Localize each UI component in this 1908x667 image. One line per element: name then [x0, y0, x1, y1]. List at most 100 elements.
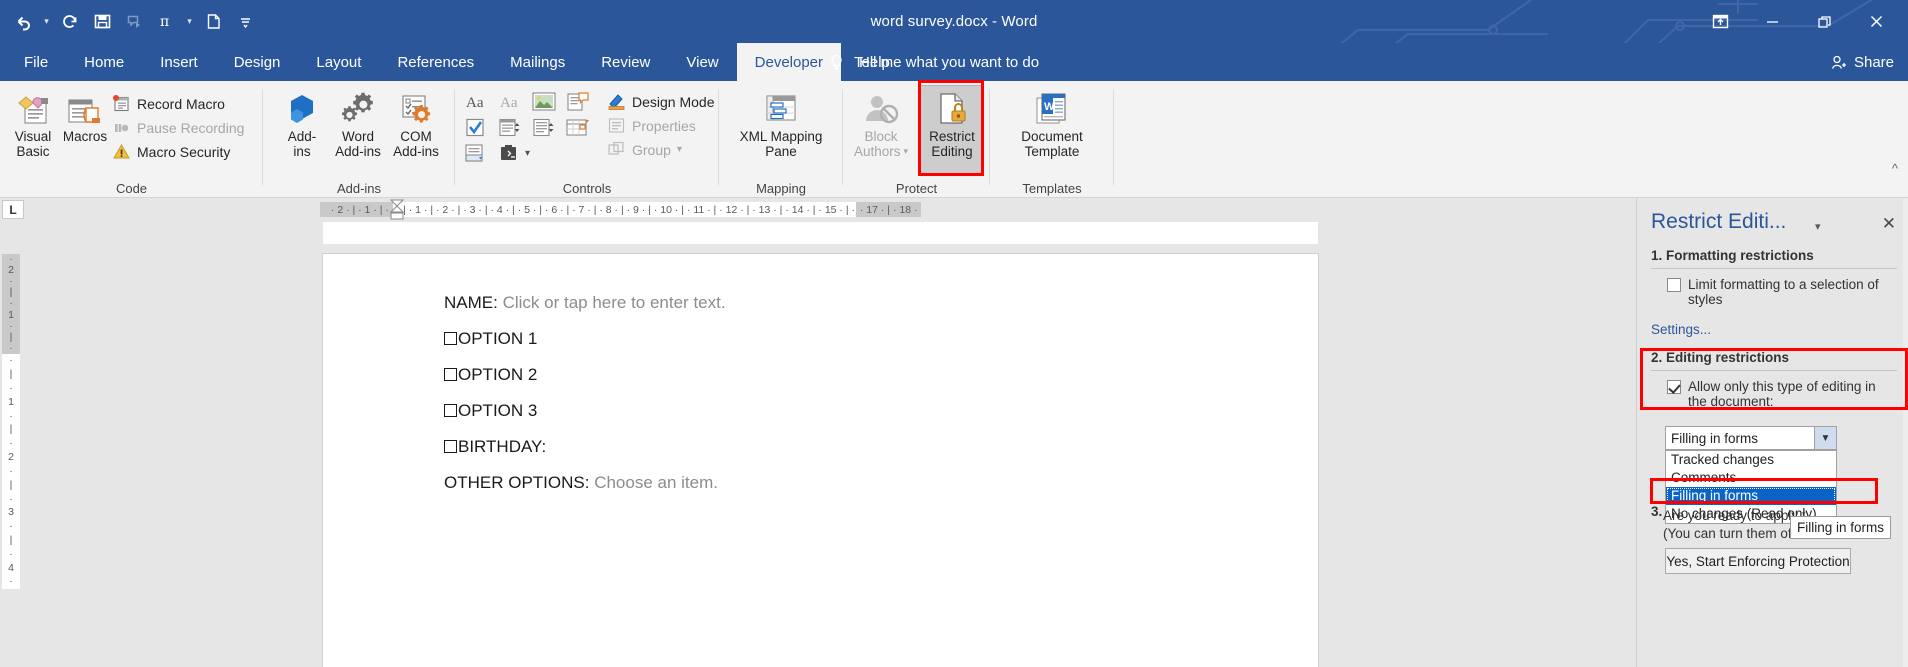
macro-security-button[interactable]: Macro Security [112, 142, 230, 161]
drop-down-list-content-control-icon[interactable] [531, 116, 557, 139]
ribbon-group-protect: Block Authors ▾ Restrict Editing Protect [843, 81, 990, 198]
checkbox-content-control-icon[interactable] [463, 116, 489, 139]
limit-formatting-checkbox-row[interactable]: Limit formatting to a selection of style… [1667, 277, 1892, 307]
group-icon [607, 140, 626, 159]
allow-only-checkbox-row[interactable]: Allow only this type of editing in the d… [1667, 379, 1897, 409]
document-line-other-options[interactable]: OTHER OPTIONS: Choose an item. [444, 473, 718, 493]
document-line-option-1[interactable]: OPTION 1 [444, 329, 537, 349]
pane-menu-caret-icon[interactable]: ▾ [1815, 220, 1821, 233]
block-authors-label-2: Authors [853, 144, 901, 159]
block-authors-caret-icon: ▾ [903, 146, 909, 156]
combo-box-content-control-icon[interactable] [497, 116, 523, 139]
section-1-rule [1651, 268, 1897, 269]
checkbox-icon[interactable] [444, 368, 457, 381]
tab-insert[interactable]: Insert [142, 43, 216, 81]
chevron-down-icon[interactable]: ▼ [1814, 427, 1836, 449]
tab-home[interactable]: Home [66, 43, 142, 81]
dropdown-item-tracked-changes[interactable]: Tracked changes [1666, 451, 1836, 469]
section-2-rule [1651, 370, 1897, 371]
record-macro-icon [112, 94, 131, 113]
group-label-mapping: Mapping [756, 181, 806, 196]
add-ins-button[interactable]: Add- ins [271, 88, 333, 159]
settings-link[interactable]: Settings... [1651, 322, 1711, 337]
tab-mailings[interactable]: Mailings [492, 43, 583, 81]
tab-review[interactable]: Review [583, 43, 668, 81]
share-button[interactable]: Share [1830, 43, 1894, 81]
xml-mapping-pane-icon [761, 88, 801, 126]
ribbon-display-options-button[interactable] [1694, 4, 1746, 40]
horizontal-ruler[interactable]: L · 2 · | · 1 · | · · | · 1 · | · 2 · | … [0, 198, 1636, 220]
block-authors-button: Block Authors ▾ [847, 88, 915, 159]
design-mode-icon [607, 92, 626, 111]
macros-button[interactable]: Macros [54, 88, 116, 144]
dropdown-item-comments[interactable]: Comments [1666, 469, 1836, 487]
rich-text-content-control-icon[interactable]: Aa [463, 90, 489, 113]
window-controls[interactable] [1694, 0, 1902, 43]
design-mode-label: Design Mode [632, 93, 715, 110]
svg-text:Aa: Aa [500, 95, 518, 111]
indent-markers-icon[interactable] [390, 199, 404, 220]
tab-developer[interactable]: Developer [736, 43, 842, 81]
plain-text-content-control-icon[interactable]: Aa [497, 90, 523, 113]
vertical-ruler[interactable]: · 2 · | · 1 · | · · | · 1 · | · 2 · | · 3 · | · 4 · [0, 220, 22, 667]
record-macro-button[interactable]: Record Macro [112, 94, 225, 113]
com-add-ins-button[interactable]: COM Add-ins [385, 88, 447, 159]
visual-basic-icon [16, 88, 50, 126]
ribbon-group-mapping: XML Mapping Pane Mapping [719, 81, 843, 198]
section-1-heading: 1. Formatting restrictions [1651, 248, 1814, 263]
dropdown-item-filling-in-forms[interactable]: Filling in forms [1666, 487, 1836, 505]
restrict-editing-button[interactable]: Restrict Editing [922, 88, 982, 159]
ribbon-group-addins: Add- ins Word Add-ins COM Add-ins Add-in… [263, 81, 455, 198]
tab-view[interactable]: View [668, 43, 736, 81]
other-options-placeholder[interactable]: Choose an item. [594, 473, 718, 492]
checkbox-icon[interactable] [444, 332, 457, 345]
pane-scrollbar[interactable] [1903, 198, 1908, 667]
restrict-editing-label-1: Restrict [929, 129, 975, 144]
document-page[interactable]: NAME: Click or tap here to enter text. O… [323, 254, 1318, 667]
legacy-tools-caret-icon[interactable]: ▾ [525, 148, 530, 159]
xml-mapping-pane-label-1: XML Mapping [739, 129, 823, 144]
limit-formatting-checkbox[interactable] [1667, 278, 1681, 292]
restrict-editing-pane: Restrict Editi... ▾ ✕ 1. Formatting rest… [1636, 198, 1908, 667]
restore-button[interactable] [1798, 4, 1850, 40]
group-caret-icon[interactable]: ▾ [677, 144, 682, 155]
tab-layout[interactable]: Layout [298, 43, 379, 81]
name-placeholder[interactable]: Click or tap here to enter text. [503, 293, 726, 312]
tell-me-search[interactable]: Tell me what you want to do [828, 43, 1039, 81]
design-mode-button[interactable]: Design Mode [607, 92, 715, 111]
tab-file[interactable]: File [6, 43, 66, 81]
document-line-name[interactable]: NAME: Click or tap here to enter text. [444, 293, 726, 313]
checkbox-icon[interactable] [444, 404, 457, 417]
date-picker-content-control-icon[interactable] [565, 116, 591, 139]
tab-design[interactable]: Design [216, 43, 299, 81]
pane-close-icon[interactable]: ✕ [1882, 214, 1896, 234]
start-enforcing-protection-button[interactable]: Yes, Start Enforcing Protection [1665, 548, 1851, 574]
pane-title: Restrict Editi... [1651, 210, 1787, 233]
pause-recording-icon [112, 118, 131, 137]
document-template-button[interactable]: W Document Template [1006, 88, 1098, 159]
macros-label: Macros [62, 129, 108, 144]
collapse-ribbon-icon[interactable]: ^ [1892, 161, 1898, 176]
option-2-label: OPTION 2 [458, 365, 538, 384]
xml-mapping-pane-button[interactable]: XML Mapping Pane [735, 88, 827, 159]
editing-restriction-combobox[interactable]: Filling in forms ▼ [1665, 426, 1837, 450]
record-macro-label: Record Macro [137, 95, 225, 112]
checkbox-icon[interactable] [444, 440, 457, 453]
tab-references[interactable]: References [379, 43, 492, 81]
tab-stop-selector-button[interactable]: L [2, 200, 24, 219]
picture-content-control-icon[interactable] [531, 90, 557, 113]
document-line-option-2[interactable]: OPTION 2 [444, 365, 537, 385]
word-add-ins-button[interactable]: Word Add-ins [327, 88, 389, 159]
visual-basic-label-2: Basic [16, 144, 50, 159]
document-line-birthday[interactable]: BIRTHDAY: [444, 437, 546, 457]
ribbon-group-controls: Aa Aa ▾ Design Mode Properties Group ▾ C… [455, 81, 719, 198]
allow-only-checkbox[interactable] [1667, 380, 1681, 394]
document-line-option-3[interactable]: OPTION 3 [444, 401, 537, 421]
ready-text-line-1: Are you ready to apply t [1663, 508, 1806, 523]
close-button[interactable] [1850, 4, 1902, 40]
lightbulb-icon [831, 54, 842, 70]
repeating-section-content-control-icon[interactable] [463, 142, 489, 165]
legacy-tools-icon[interactable] [497, 142, 523, 165]
minimize-button[interactable] [1746, 4, 1798, 40]
building-block-gallery-icon[interactable] [565, 90, 591, 113]
